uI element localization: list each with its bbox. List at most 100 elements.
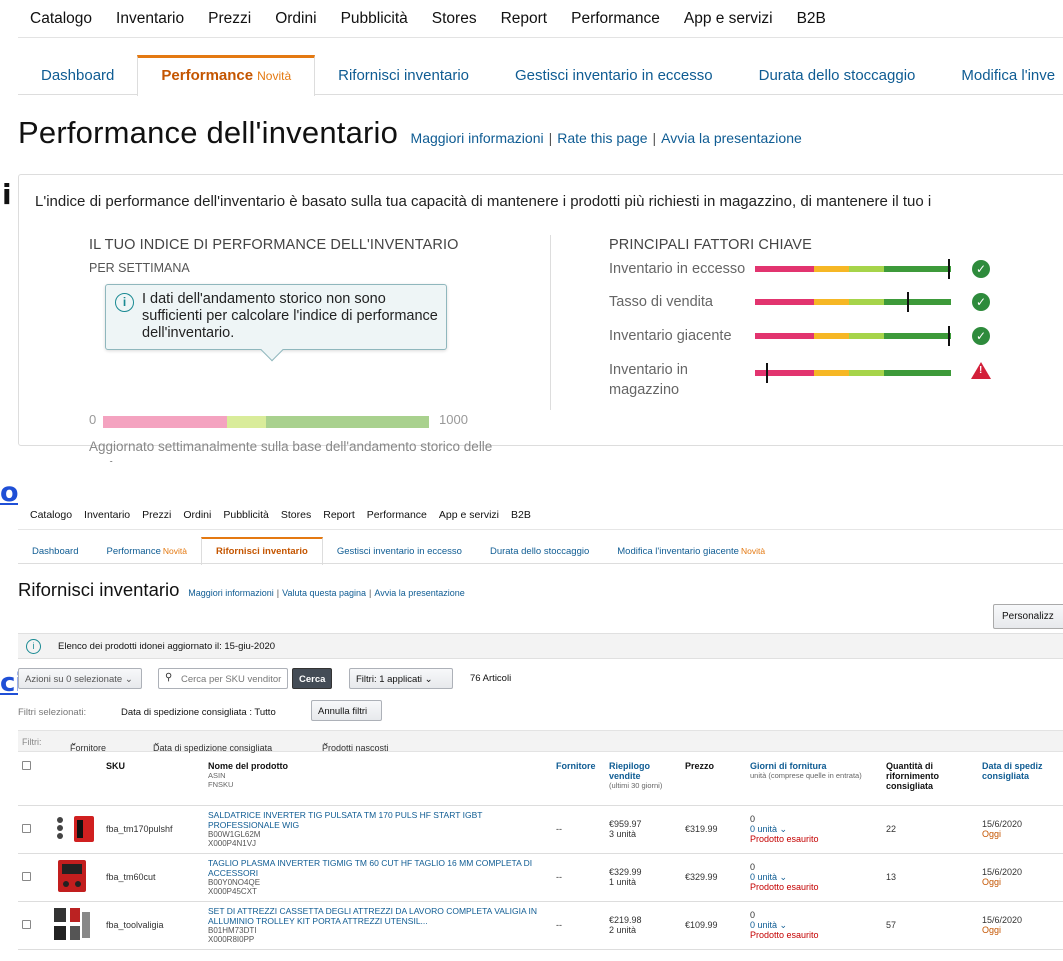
filter-ship-date[interactable]: Data di spedizione consigliata ⌄ bbox=[153, 737, 272, 753]
nav-item-pubblicita[interactable]: Pubblicità bbox=[223, 509, 269, 521]
start-presentation-link[interactable]: Avvia la presentazione bbox=[374, 588, 464, 598]
tab-dashboard[interactable]: Dashboard bbox=[18, 537, 92, 563]
tab-dashboard[interactable]: Dashboard bbox=[18, 55, 137, 94]
nav-item-catalogo[interactable]: Catalogo bbox=[30, 509, 72, 521]
nav-item-app-servizi[interactable]: App e servizi bbox=[684, 10, 773, 28]
info-text: Elenco dei prodotti idonei aggiornato il… bbox=[58, 641, 276, 652]
check-icon: ✓ bbox=[972, 260, 990, 278]
supplier-header[interactable]: Fornitore bbox=[552, 758, 605, 806]
factor-marker bbox=[948, 326, 951, 346]
supply-days-header[interactable]: Giorni di fornitura unità (comprese quell… bbox=[746, 758, 882, 806]
nav-item-ordini[interactable]: Ordini bbox=[275, 10, 316, 28]
tab-rifornisci-inventario[interactable]: Rifornisci inventario bbox=[315, 55, 492, 94]
stock-status: Prodotto esaurito bbox=[750, 882, 819, 892]
nav-item-ordini[interactable]: Ordini bbox=[183, 509, 211, 521]
more-info-link[interactable]: Maggiori informazioni bbox=[188, 588, 274, 598]
supply-units: 0 unità bbox=[750, 872, 778, 882]
factor-marker bbox=[765, 363, 768, 383]
supply-days: 0 bbox=[750, 862, 756, 872]
slide-link-fragment[interactable]: o bbox=[0, 477, 19, 508]
qty-cell[interactable]: 22 bbox=[882, 805, 978, 854]
supply-units-dropdown[interactable]: 0 unità ⌄ bbox=[750, 920, 787, 930]
nav-item-report[interactable]: Report bbox=[323, 509, 355, 521]
factor-label: Tasso di vendita bbox=[609, 294, 713, 310]
product-name-cell: SALDATRICE INVERTER TIG PULSATA TM 170 P… bbox=[204, 805, 552, 854]
nav-item-pubblicita[interactable]: Pubblicità bbox=[341, 10, 408, 28]
header-label: Giorni di fornitura bbox=[750, 761, 827, 771]
factor-marker bbox=[948, 259, 951, 279]
qty-cell[interactable]: 13 bbox=[882, 853, 978, 902]
qty-cell[interactable]: 57 bbox=[882, 901, 978, 950]
start-presentation-link[interactable]: Avvia la presentazione bbox=[661, 130, 802, 146]
product-name-link[interactable]: SET DI ATTREZZI CASSETTA DEGLI ATTREZZI … bbox=[208, 906, 548, 926]
nav-item-prezzi[interactable]: Prezzi bbox=[208, 10, 251, 28]
fnsku: X000P45CXT bbox=[208, 887, 257, 896]
supply-units-dropdown[interactable]: 0 unità ⌄ bbox=[750, 872, 787, 882]
personalize-button[interactable]: Personalizz bbox=[993, 604, 1063, 629]
column-divider bbox=[550, 235, 551, 410]
nav-item-b2b[interactable]: B2B bbox=[511, 509, 531, 521]
tab-durata-stoccaggio[interactable]: Durata dello stoccaggio bbox=[476, 537, 603, 563]
tab-performance[interactable]: Performance Novità bbox=[137, 55, 316, 96]
select-all-checkbox[interactable] bbox=[22, 761, 31, 770]
product-name-link[interactable]: SALDATRICE INVERTER TIG PULSATA TM 170 P… bbox=[208, 810, 548, 830]
sku-search-input[interactable]: ⚲ Cerca per SKU venditor bbox=[158, 668, 288, 689]
asin: B00Y0NO4QE bbox=[208, 878, 261, 887]
nav-item-inventario[interactable]: Inventario bbox=[116, 10, 184, 28]
more-info-link[interactable]: Maggiori informazioni bbox=[411, 130, 544, 146]
filter-supplier[interactable]: Fornitore ⌄ bbox=[70, 737, 106, 753]
tab-modifica-inventario[interactable]: Modifica l'inve bbox=[938, 55, 1063, 94]
nav-item-stores[interactable]: Stores bbox=[432, 10, 477, 28]
tab-modifica-inventario-giacente[interactable]: Modifica l'inventario giacente Novità bbox=[603, 537, 779, 563]
price-cell[interactable]: €329.99 bbox=[681, 853, 746, 902]
factor-bar-segment bbox=[849, 370, 885, 376]
supply-units-dropdown[interactable]: 0 unità ⌄ bbox=[750, 824, 787, 834]
nav-item-b2b[interactable]: B2B bbox=[797, 10, 826, 28]
tab-label: Gestisci inventario in eccesso bbox=[336, 546, 462, 557]
inventory-tabs: Dashboard Performance Novità Rifornisci i… bbox=[18, 55, 1063, 96]
tab-label: Rifornisci inventario bbox=[338, 67, 470, 84]
toolcase-product-image[interactable] bbox=[52, 906, 98, 942]
chevron-down-icon: ⌄ bbox=[424, 674, 433, 685]
separator: | bbox=[652, 130, 657, 146]
header-sub: (ultimi 30 giorni) bbox=[609, 781, 663, 790]
rate-page-link[interactable]: Valuta questa pagina bbox=[282, 588, 366, 598]
rate-page-link[interactable]: Rate this page bbox=[557, 130, 647, 146]
row-checkbox[interactable] bbox=[22, 919, 31, 929]
sales-units: 3 unità bbox=[609, 829, 637, 839]
clear-filters-button[interactable]: Annulla filtri bbox=[311, 700, 382, 721]
tab-durata-stoccaggio[interactable]: Durata dello stoccaggio bbox=[736, 55, 939, 94]
nav-item-report[interactable]: Report bbox=[501, 10, 548, 28]
price-cell[interactable]: €109.99 bbox=[681, 901, 746, 950]
tab-label: Modifica l'inve bbox=[961, 67, 1056, 84]
filters-dropdown[interactable]: Filtri: 1 applicati ⌄ bbox=[349, 668, 453, 689]
nav-item-prezzi[interactable]: Prezzi bbox=[142, 509, 171, 521]
plasma-cutter-product-image[interactable] bbox=[52, 858, 98, 894]
nav-item-performance[interactable]: Performance bbox=[367, 509, 427, 521]
filter-bar-label: Filtri: bbox=[22, 737, 42, 747]
product-name-link[interactable]: TAGLIO PLASMA INVERTER TIGMIG TM 60 CUT … bbox=[208, 858, 548, 878]
price-cell[interactable]: €319.99 bbox=[681, 805, 746, 854]
row-checkbox[interactable] bbox=[22, 871, 31, 881]
nav-item-catalogo[interactable]: Catalogo bbox=[30, 10, 92, 28]
tab-gestisci-eccesso[interactable]: Gestisci inventario in eccesso bbox=[323, 537, 476, 563]
factors-panel: PRINCIPALI FATTORI CHIAVE Inventario in … bbox=[609, 237, 1049, 398]
row-checkbox[interactable] bbox=[22, 823, 31, 833]
search-button[interactable]: Cerca bbox=[292, 668, 332, 689]
sales-units: 1 unità bbox=[609, 877, 637, 887]
tab-label: Durata dello stoccaggio bbox=[489, 546, 590, 557]
tab-performance[interactable]: Performance Novità bbox=[92, 537, 200, 563]
scale-max: 1000 bbox=[439, 412, 468, 427]
tab-gestisci-eccesso[interactable]: Gestisci inventario in eccesso bbox=[492, 55, 736, 94]
nav-item-inventario[interactable]: Inventario bbox=[84, 509, 130, 521]
tab-rifornisci-inventario[interactable]: Rifornisci inventario bbox=[200, 537, 323, 565]
bulk-actions-select[interactable]: Azioni su 0 selezionate ⌄ bbox=[18, 668, 142, 689]
nav-item-app-servizi[interactable]: App e servizi bbox=[439, 509, 499, 521]
ship-date-header[interactable]: Data di spediz consigliata bbox=[978, 758, 1063, 806]
sales-header[interactable]: Riepilogo vendite (ultimi 30 giorni) bbox=[605, 758, 681, 806]
welder-product-image[interactable] bbox=[52, 810, 98, 846]
nav-item-performance[interactable]: Performance bbox=[571, 10, 660, 28]
nav-item-stores[interactable]: Stores bbox=[281, 509, 311, 521]
filter-hidden-products[interactable]: Prodotti nascosti ⌄ bbox=[322, 737, 389, 753]
supply-cell: 00 unità ⌄ Prodotto esaurito bbox=[746, 901, 882, 950]
